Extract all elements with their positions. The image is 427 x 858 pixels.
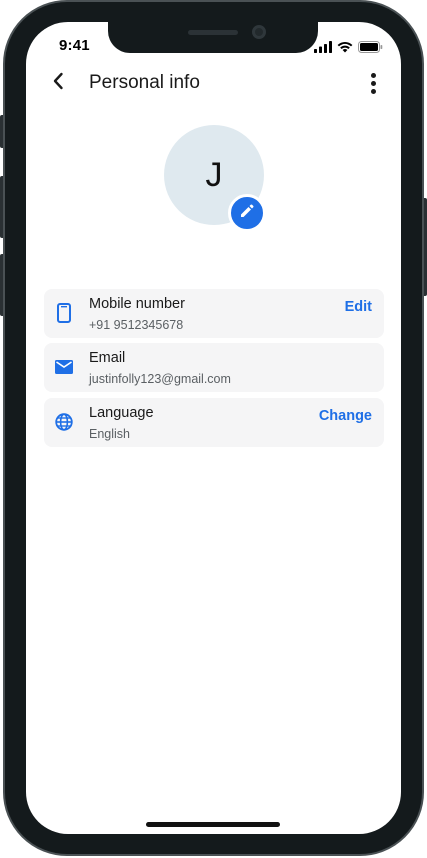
email-icon [54, 357, 74, 377]
info-item-value: +91 9512345678 [89, 318, 184, 332]
screen: 9:41 Personal info J Mobile number +91 9… [26, 22, 401, 834]
battery-icon [358, 40, 383, 58]
speaker-grille [188, 30, 238, 35]
status-time: 9:41 [59, 37, 90, 54]
edit-mobile-button[interactable]: Edit [345, 299, 372, 315]
info-item-value: justinfolly123@gmail.com [89, 372, 231, 386]
edit-avatar-button[interactable] [228, 194, 266, 232]
info-item-value: English [89, 427, 130, 441]
device-mockup: 9:41 Personal info J Mobile number +91 9… [0, 0, 427, 858]
signal-icon [314, 40, 332, 58]
avatar-initial: J [205, 155, 223, 194]
wifi-icon [337, 40, 353, 58]
notch [108, 22, 318, 53]
info-item-title: Mobile number [89, 296, 185, 312]
phone-icon [54, 303, 74, 323]
chevron-left-icon [52, 72, 64, 95]
home-indicator[interactable] [146, 822, 280, 827]
back-button[interactable] [46, 71, 70, 95]
info-item-email: Email justinfolly123@gmail.com [44, 343, 384, 392]
info-item-mobile: Mobile number +91 9512345678 Edit [44, 289, 384, 338]
info-item-title: Language [89, 405, 154, 421]
globe-icon [54, 412, 74, 432]
more-options-button[interactable] [363, 70, 383, 96]
info-item-title: Email [89, 350, 126, 366]
status-icons [314, 40, 383, 58]
change-language-button[interactable]: Change [319, 408, 372, 424]
front-camera [252, 25, 266, 39]
more-vertical-icon [370, 72, 376, 78]
page-title: Personal info [89, 72, 200, 93]
pencil-icon [239, 203, 255, 224]
info-item-language: Language English Change [44, 398, 384, 447]
